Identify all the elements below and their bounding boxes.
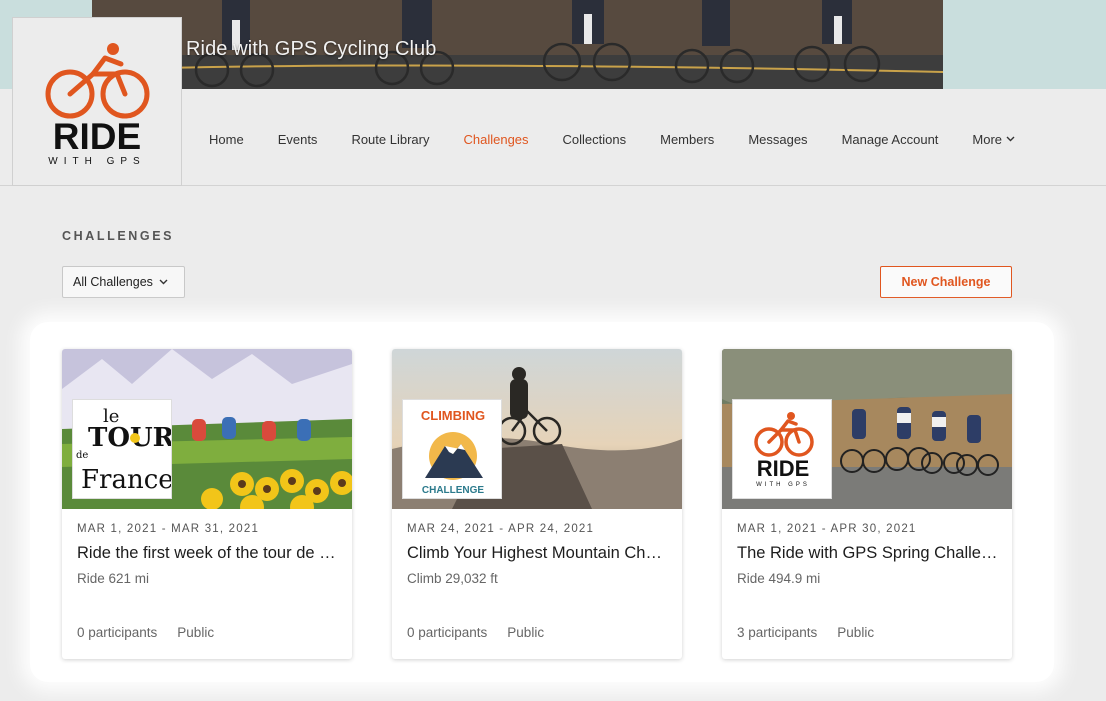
challenge-card[interactable]: CLIMBING CHALLENGE MAR 24, 2021 - APR 24… — [392, 349, 682, 659]
svg-text:CHALLENGE: CHALLENGE — [422, 485, 485, 496]
svg-text:RIDE: RIDE — [53, 116, 141, 157]
challenge-goal: Ride 494.9 mi — [737, 571, 821, 586]
main-nav: Home Events Route Library Challenges Col… — [209, 131, 1015, 147]
svg-text:France: France — [81, 465, 172, 495]
nav-challenges[interactable]: Challenges — [463, 132, 528, 147]
challenge-title[interactable]: The Ride with GPS Spring Challenge — [737, 544, 999, 563]
ride-with-gps-logo: RIDE WITH GPS — [732, 399, 832, 499]
challenge-goal: Ride 621 mi — [77, 571, 150, 586]
challenge-filter-select[interactable]: All Challenges — [62, 266, 185, 298]
challenge-card[interactable]: le TOUR de France MAR 1, 2021 - MAR 31, … — [62, 349, 352, 659]
challenge-goal: Climb 29,032 ft — [407, 571, 498, 586]
visibility-label: Public — [177, 625, 215, 640]
participant-count: 0 participants — [407, 625, 488, 640]
challenge-card[interactable]: RIDE WITH GPS MAR 1, 2021 - APR 30, 2021… — [722, 349, 1012, 659]
participant-count: 0 participants — [77, 625, 158, 640]
visibility-label: Public — [507, 625, 545, 640]
nav-collections[interactable]: Collections — [563, 132, 627, 147]
nav-members[interactable]: Members — [660, 132, 714, 147]
filter-selected-value: All Challenges — [73, 275, 153, 289]
challenge-footer: 0 participants Public — [77, 625, 214, 640]
club-logo[interactable]: RIDE WITH GPS — [12, 17, 182, 186]
svg-text:WITH GPS: WITH GPS — [756, 482, 810, 488]
nav-route-library[interactable]: Route Library — [351, 132, 429, 147]
svg-text:RIDE: RIDE — [757, 456, 810, 481]
section-title: CHALLENGES — [62, 229, 175, 243]
challenge-date-range: MAR 1, 2021 - MAR 31, 2021 — [77, 523, 260, 535]
climbing-challenge-logo: CLIMBING CHALLENGE — [402, 399, 502, 499]
nav-events[interactable]: Events — [278, 132, 318, 147]
challenge-footer: 0 participants Public — [407, 625, 544, 640]
nav-messages[interactable]: Messages — [748, 132, 807, 147]
svg-text:CLIMBING: CLIMBING — [421, 408, 485, 423]
new-challenge-button[interactable]: New Challenge — [880, 266, 1012, 298]
tour-de-france-logo: le TOUR de France — [72, 399, 172, 499]
visibility-label: Public — [837, 625, 875, 640]
challenge-footer: 3 participants Public — [737, 625, 874, 640]
chevron-down-icon — [159, 279, 168, 285]
challenge-date-range: MAR 24, 2021 - APR 24, 2021 — [407, 523, 595, 535]
chevron-down-icon — [1006, 136, 1015, 142]
challenge-title[interactable]: Ride the first week of the tour de Franc… — [77, 544, 339, 563]
challenge-date-range: MAR 1, 2021 - APR 30, 2021 — [737, 523, 917, 535]
participant-count: 3 participants — [737, 625, 818, 640]
nav-manage-account[interactable]: Manage Account — [842, 132, 939, 147]
nav-home[interactable]: Home — [209, 132, 244, 147]
svg-text:WITH GPS: WITH GPS — [48, 156, 145, 167]
nav-more-label: More — [972, 131, 1003, 147]
svg-text:de: de — [76, 450, 88, 461]
nav-more[interactable]: More — [972, 132, 1015, 147]
challenge-title[interactable]: Climb Your Highest Mountain Challenge — [407, 544, 669, 563]
club-title: Ride with GPS Cycling Club — [186, 38, 437, 60]
cyclist-logo-icon: RIDE WITH GPS — [45, 43, 150, 167]
